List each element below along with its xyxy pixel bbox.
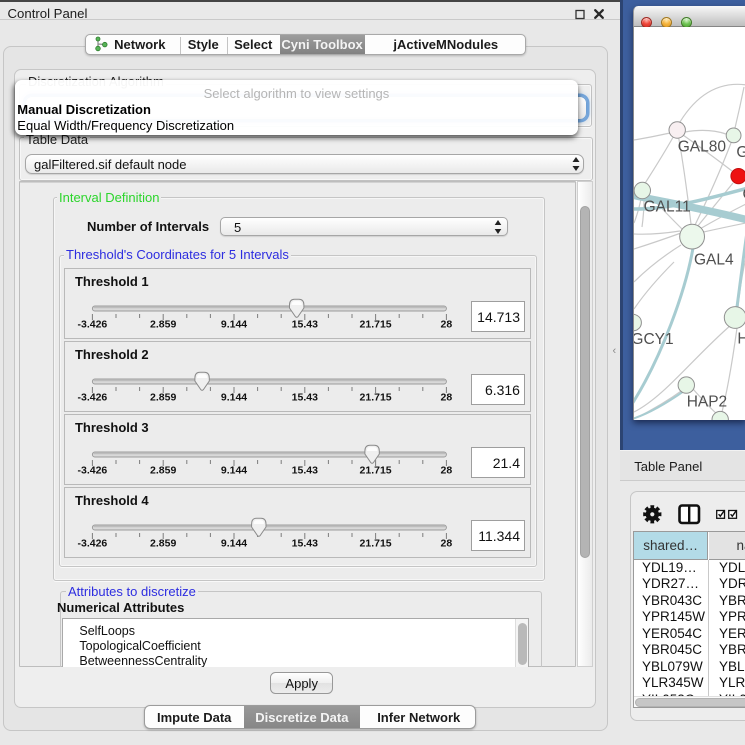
svg-text:9.144: 9.144 [220, 464, 246, 476]
svg-text:GAL4: GAL4 [694, 252, 734, 269]
svg-text:-3.426: -3.426 [77, 537, 107, 549]
svg-text:GAL11: GAL11 [643, 199, 690, 216]
svg-text:15.43: 15.43 [291, 391, 317, 403]
svg-text:28: 28 [440, 537, 452, 549]
svg-text:2.859: 2.859 [150, 391, 176, 403]
svg-text:21.715: 21.715 [359, 391, 391, 403]
svg-text:28: 28 [440, 391, 452, 403]
svg-text:GCY1: GCY1 [634, 331, 674, 348]
svg-text:21.715: 21.715 [359, 537, 391, 549]
svg-text:28: 28 [440, 318, 452, 330]
svg-text:9.144: 9.144 [220, 537, 246, 549]
svg-text:-3.426: -3.426 [77, 391, 107, 403]
svg-text:-3.426: -3.426 [77, 318, 107, 330]
svg-text:15.43: 15.43 [291, 318, 317, 330]
svg-text:-3.426: -3.426 [77, 464, 107, 476]
svg-text:GAL80: GAL80 [677, 139, 726, 156]
svg-text:GA: GA [736, 144, 745, 161]
svg-text:9.144: 9.144 [220, 318, 246, 330]
svg-text:15.43: 15.43 [291, 464, 317, 476]
svg-text:15.43: 15.43 [291, 537, 317, 549]
svg-text:2.859: 2.859 [150, 318, 176, 330]
svg-text:9.144: 9.144 [220, 391, 246, 403]
svg-text:2.859: 2.859 [150, 537, 176, 549]
svg-text:21.715: 21.715 [359, 464, 391, 476]
svg-text:H: H [737, 331, 745, 348]
svg-text:HAP2: HAP2 [686, 394, 727, 411]
svg-text:21.715: 21.715 [359, 318, 391, 330]
svg-text:2.859: 2.859 [150, 464, 176, 476]
svg-text:28: 28 [440, 464, 452, 476]
